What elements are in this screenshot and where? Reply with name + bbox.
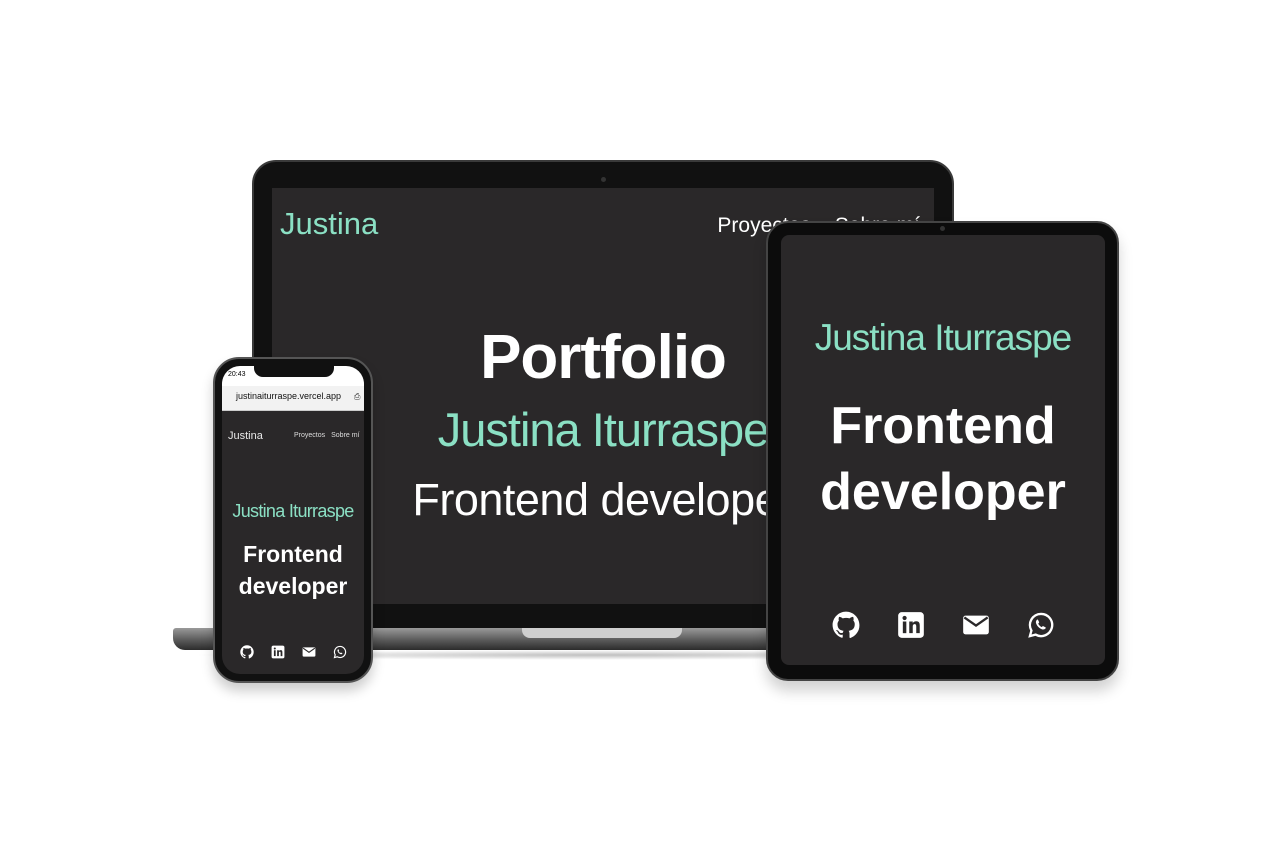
- nav-link-sobre-mi[interactable]: Sobre mí: [331, 432, 359, 439]
- github-icon[interactable]: [832, 611, 860, 639]
- url-text[interactable]: justinaiturraspe.vercel.app: [236, 391, 341, 401]
- hero-role: Frontend developer: [222, 538, 364, 602]
- laptop-camera: [601, 177, 606, 182]
- phone-screen: 20:43 justinaiturraspe.vercel.app ⎙ Just…: [222, 366, 364, 674]
- hero-role: Frontend developer: [781, 393, 1105, 525]
- linkedin-icon[interactable]: [897, 611, 925, 639]
- hero-role-line1: Frontend: [830, 397, 1056, 455]
- phone-notch: [254, 366, 334, 377]
- share-icon[interactable]: ⎙: [354, 392, 360, 402]
- tablet-screen: Justina Iturraspe Frontend developer: [781, 235, 1105, 665]
- social-links: [222, 645, 364, 659]
- site-logo[interactable]: Justina: [228, 430, 263, 442]
- mail-icon[interactable]: [962, 611, 990, 639]
- status-time: 20:43: [228, 371, 246, 378]
- hero-role-line1: Frontend: [243, 541, 343, 567]
- mail-icon[interactable]: [302, 645, 316, 659]
- hero-name: Justina Iturraspe: [232, 501, 354, 521]
- hero-role-line2: developer: [238, 573, 348, 599]
- hero-role-line2: developer: [820, 463, 1066, 521]
- tablet-camera: [940, 226, 945, 231]
- laptop-notch: [522, 628, 682, 638]
- whatsapp-icon[interactable]: [333, 645, 347, 659]
- linkedin-icon[interactable]: [271, 645, 285, 659]
- nav-link-proyectos[interactable]: Proyectos: [294, 432, 325, 439]
- address-bar[interactable]: justinaiturraspe.vercel.app ⎙: [222, 386, 364, 411]
- whatsapp-icon[interactable]: [1027, 611, 1055, 639]
- social-links: [781, 611, 1105, 639]
- site-logo[interactable]: Justina: [280, 206, 378, 242]
- hero-name: Justina Iturraspe: [814, 317, 1073, 358]
- site-nav: Proyectos Sobre mí: [294, 432, 360, 439]
- github-icon[interactable]: [239, 645, 254, 659]
